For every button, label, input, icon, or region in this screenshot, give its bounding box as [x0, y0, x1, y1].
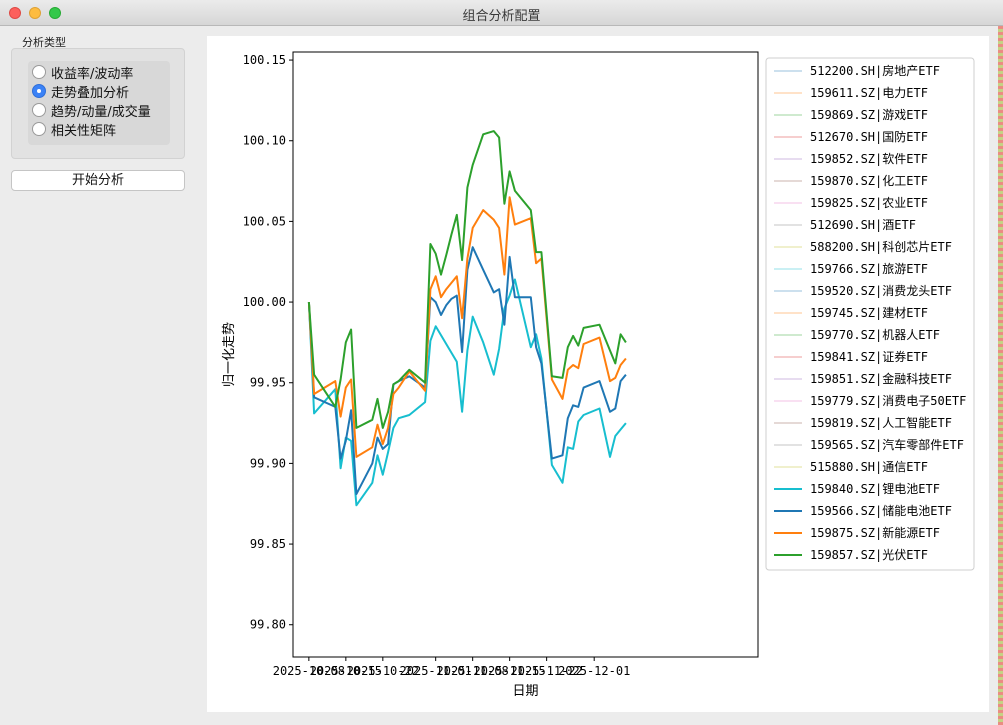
radio-indicator-selected[interactable]: [32, 84, 46, 98]
legend-label: 159870.SZ|化工ETF: [810, 174, 928, 188]
legend-label: 159852.SZ|软件ETF: [810, 152, 928, 166]
radio-trend-momentum-volume[interactable]: 趋势/动量/成交量: [32, 101, 151, 120]
legend-label: 159565.SZ|汽车零部件ETF: [810, 437, 964, 452]
legend-label: 159745.SZ|建材ETF: [810, 306, 928, 320]
x-axis-label: 日期: [512, 684, 538, 699]
y-tick-label: 100.05: [243, 214, 286, 228]
legend-label: 159841.SZ|证券ETF: [810, 349, 928, 364]
y-tick-label: 100.15: [243, 53, 286, 67]
radio-correlation-matrix[interactable]: 相关性矩阵: [32, 120, 117, 139]
legend-label: 512670.SH|国防ETF: [810, 129, 928, 144]
legend-label: 159819.SZ|人工智能ETF: [810, 415, 952, 430]
radio-return-volatility[interactable]: 收益率/波动率: [32, 63, 134, 82]
start-analysis-button[interactable]: 开始分析: [11, 170, 185, 191]
line-chart: 100.15 100.10 100.05 100.00 99.95 99.90 99.85 9…: [221, 51, 975, 699]
radio-label: 趋势/动量/成交量: [51, 104, 151, 120]
legend-label: 159766.SZ|旅游ETF: [810, 262, 928, 276]
legend-label: 159611.SZ|电力ETF: [810, 86, 928, 100]
legend-label: 159770.SZ|机器人ETF: [810, 328, 940, 342]
legend-label: 588200.SH|科创芯片ETF: [810, 240, 952, 254]
analysis-type-group: 收益率/波动率 走势叠加分析 趋势/动量/成交量 相关性矩阵: [11, 48, 185, 159]
legend-label: 159840.SZ|锂电池ETF: [810, 481, 940, 496]
y-tick-label: 99.85: [250, 537, 286, 551]
background-window-strip: [998, 26, 1003, 725]
legend-label: 159875.SZ|新能源ETF: [810, 525, 940, 540]
y-tick-label: 100.00: [243, 295, 286, 309]
legend-label: 512200.SH|房地产ETF: [810, 63, 940, 78]
legend-label: 159779.SZ|消费电子50ETF: [810, 394, 966, 408]
legend-label: 159869.SZ|游戏ETF: [810, 108, 928, 122]
y-tick-label: 99.80: [250, 618, 286, 632]
legend-label: 159566.SZ|储能电池ETF: [810, 503, 952, 518]
legend-label: 159520.SZ|消费龙头ETF: [810, 284, 952, 298]
window-title: 组合分析配置: [462, 9, 541, 24]
radio-indicator[interactable]: [32, 103, 46, 117]
y-tick-label: 99.90: [250, 456, 286, 470]
radio-indicator[interactable]: [32, 122, 46, 136]
radio-label: 走势叠加分析: [51, 85, 130, 101]
legend-label: 159857.SZ|光伏ETF: [810, 548, 928, 562]
legend-label: 512690.SH|酒ETF: [810, 218, 916, 232]
plot-frame: [292, 51, 759, 658]
y-tick-label: 99.95: [250, 376, 286, 390]
radio-label: 收益率/波动率: [51, 66, 134, 82]
radio-label: 相关性矩阵: [51, 123, 117, 139]
radio-trend-overlay[interactable]: 走势叠加分析: [32, 82, 130, 101]
legend-label: 515880.SH|通信ETF: [810, 460, 928, 474]
chart-canvas: 100.15 100.10 100.05 100.00 99.95 99.90 99.85 9…: [207, 36, 989, 712]
legend-label: 159851.SZ|金融科技ETF: [810, 371, 952, 386]
analysis-type-radio-group: 收益率/波动率 走势叠加分析 趋势/动量/成交量 相关性矩阵: [28, 61, 170, 145]
x-tick-label: 2025-12-01: [558, 664, 630, 678]
y-tick-label: 100.10: [243, 134, 286, 148]
title-bar: 组合分析配置: [0, 0, 1003, 26]
legend-label: 159825.SZ|农业ETF: [810, 196, 928, 210]
y-axis-label: 归一化走势: [221, 322, 237, 387]
sidebar: 分析类型 收益率/波动率 走势叠加分析 趋势/动量/成交量 相关性矩阵 开始分析: [0, 26, 195, 725]
radio-indicator[interactable]: [32, 65, 46, 79]
